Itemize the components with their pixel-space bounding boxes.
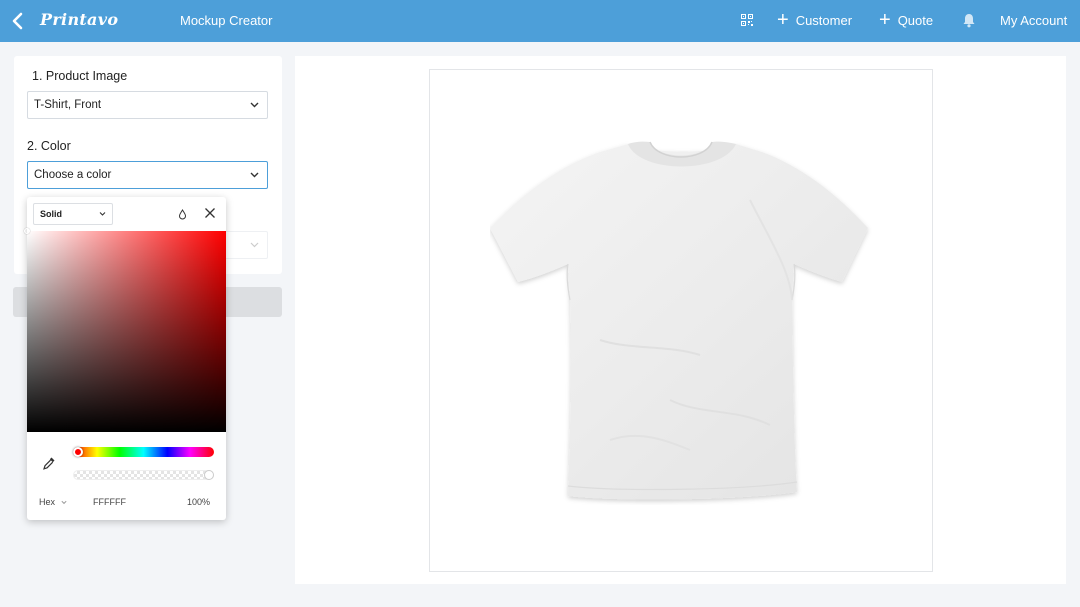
back-arrow-icon[interactable] (10, 11, 26, 31)
top-navigation-bar: Printavo Mockup Creator + Customer + Quo… (0, 0, 1080, 42)
chevron-down-icon (250, 102, 259, 108)
opacity-slider[interactable] (73, 470, 214, 480)
fill-mode-value: Solid (40, 209, 62, 219)
product-image-value: T-Shirt, Front (34, 99, 102, 111)
chevron-down-icon (60, 500, 67, 505)
eyedropper-icon[interactable] (42, 456, 56, 471)
saturation-handle[interactable] (24, 228, 30, 234)
customer-link-label: Customer (795, 12, 853, 28)
hue-slider-knob[interactable] (73, 447, 83, 457)
chevron-down-icon (250, 242, 259, 248)
drop-icon[interactable] (178, 209, 187, 220)
add-customer-link[interactable]: + Customer (777, 9, 853, 31)
mockup-canvas-panel (295, 56, 1066, 584)
saturation-value-area[interactable] (24, 228, 226, 432)
t-shirt-mockup-image (490, 141, 868, 500)
hex-value-input[interactable]: FFFFFF (93, 497, 126, 507)
page-title: Mockup Creator (180, 13, 273, 28)
add-quote-link[interactable]: + Quote (879, 9, 934, 31)
chevron-down-icon (250, 172, 259, 178)
printavo-logo[interactable]: Printavo (40, 10, 118, 29)
product-image-select[interactable]: T-Shirt, Front (27, 91, 268, 119)
color-format-select[interactable]: Hex (39, 497, 67, 507)
product-image-label: 1. Product Image (32, 69, 128, 83)
color-select-value: Choose a color (34, 169, 112, 181)
color-format-value: Hex (39, 497, 56, 507)
mockup-canvas (429, 69, 933, 572)
color-picker-popup: Solid Hex FFFFFF 100% (24, 197, 226, 520)
chevron-down-icon (99, 212, 106, 216)
opacity-slider-knob[interactable] (204, 470, 214, 480)
bell-icon[interactable] (962, 13, 976, 28)
quote-link-label: Quote (897, 12, 934, 28)
plus-icon: + (777, 9, 789, 31)
fill-mode-select[interactable]: Solid (33, 203, 113, 225)
qr-code-icon[interactable] (741, 14, 753, 26)
color-label: 2. Color (27, 139, 71, 153)
my-account-link[interactable]: My Account (1000, 13, 1067, 28)
hue-slider[interactable] (73, 447, 214, 457)
opacity-value-input[interactable]: 100% (187, 497, 210, 507)
color-select[interactable]: Choose a color (27, 161, 268, 189)
close-icon[interactable] (204, 207, 216, 219)
plus-icon: + (879, 9, 891, 31)
